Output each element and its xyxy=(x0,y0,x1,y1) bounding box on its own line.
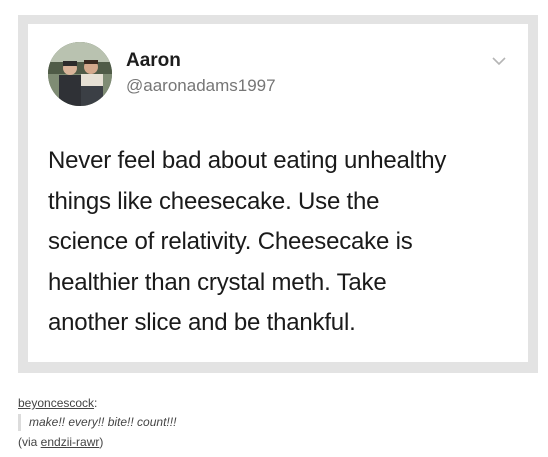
via-suffix: ) xyxy=(99,435,104,449)
tweet-text-line: Never feel bad about eating unhealthy xyxy=(48,147,447,174)
via-link[interactable]: endzii-rawr xyxy=(41,435,100,449)
reblog-colon: : xyxy=(94,396,98,410)
author-handle[interactable]: @aaronadams1997 xyxy=(126,76,276,96)
via-prefix: (via xyxy=(18,435,41,449)
reblogger-link[interactable]: beyoncescock xyxy=(18,396,94,410)
profile-photo-icon[interactable] xyxy=(48,42,112,106)
chevron-down-icon[interactable] xyxy=(492,56,506,66)
reblog-header: beyoncescock: xyxy=(18,396,538,410)
tweet-text-line: another slice and be thankful. xyxy=(48,309,356,336)
tweet-text-line: things like cheesecake. Use the xyxy=(48,187,380,215)
via-line: (via endzii-rawr) xyxy=(18,434,538,450)
reblog-comment: make!! every!! bite!! count!!! xyxy=(18,414,538,431)
reblog-caption: beyoncescock: make!! every!! bite!! coun… xyxy=(18,396,538,450)
tweet-text-line: science of relativity. Cheesecake is xyxy=(48,228,413,255)
tweet-text-line: healthier than crystal meth. Take xyxy=(48,268,387,296)
author-name[interactable]: Aaron xyxy=(126,50,181,72)
tweet-text: Never feel bad about eating unhealthy th… xyxy=(48,141,518,344)
tweet-card: Aaron @aaronadams1997 Never feel bad abo… xyxy=(28,24,528,362)
